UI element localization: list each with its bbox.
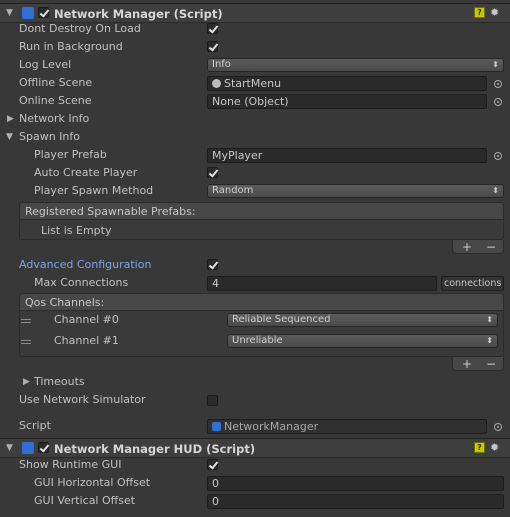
show-runtime-gui-label: Show Runtime GUI — [19, 458, 122, 471]
max-connections-field[interactable]: 4 — [207, 276, 437, 291]
use-network-simulator-checkbox[interactable] — [207, 395, 218, 406]
unity-scene-icon — [212, 79, 221, 88]
online-scene-label: Online Scene — [19, 94, 92, 107]
foldout-arrow-icon[interactable]: ▶ — [7, 114, 14, 124]
dropdown-arrows-icon: ⬍ — [492, 60, 499, 69]
add-item-button[interactable]: + — [462, 240, 472, 254]
gui-vertical-offset-label: GUI Vertical Offset — [34, 494, 136, 507]
run-in-background-label: Run in Background — [19, 40, 123, 53]
max-connections-label: Max Connections — [34, 276, 129, 289]
add-item-button[interactable]: + — [462, 357, 472, 371]
max-connections-value: 4 — [212, 277, 219, 290]
timeouts-foldout[interactable]: Timeouts — [34, 375, 85, 388]
remove-item-button[interactable]: − — [486, 240, 496, 254]
gui-vertical-offset-field[interactable]: 0 — [207, 494, 504, 509]
spawn-method-label: Player Spawn Method — [34, 184, 154, 197]
online-scene-field[interactable]: None (Object) — [207, 94, 487, 109]
gui-horizontal-offset-value: 0 — [212, 477, 219, 490]
object-picker-icon[interactable] — [494, 80, 502, 88]
gui-horizontal-offset-field[interactable]: 0 — [207, 476, 504, 491]
channel-1-value: Unreliable — [232, 335, 283, 346]
dont-destroy-checkbox[interactable] — [207, 23, 218, 34]
dropdown-arrows-icon: ⬍ — [486, 315, 493, 324]
dont-destroy-label: Dont Destroy On Load — [19, 22, 141, 35]
help-icon[interactable]: ? — [474, 442, 485, 453]
component-enabled-checkbox[interactable] — [38, 7, 49, 18]
help-icon[interactable]: ? — [474, 7, 485, 18]
channel-1-label: Channel #1 — [54, 334, 119, 347]
log-level-dropdown[interactable]: Info ⬍ — [207, 58, 504, 72]
spawn-method-dropdown[interactable]: Random ⬍ — [207, 184, 504, 198]
registered-prefabs-list: Registered Spawnable Prefabs: List is Em… — [19, 202, 504, 240]
gui-horizontal-offset-label: GUI Horizontal Offset — [34, 476, 151, 489]
use-network-simulator-label: Use Network Simulator — [19, 393, 146, 406]
auto-create-player-label: Auto Create Player — [34, 166, 138, 179]
player-prefab-field[interactable]: MyPlayer — [207, 148, 487, 163]
player-prefab-label: Player Prefab — [34, 148, 107, 161]
component-enabled-checkbox[interactable] — [38, 442, 49, 453]
foldout-arrow-icon[interactable]: ▼ — [6, 132, 13, 142]
gui-vertical-offset-value: 0 — [212, 495, 219, 508]
script-component-icon — [22, 442, 34, 454]
object-picker-icon[interactable] — [494, 152, 502, 160]
prefab-list-add-remove: + − — [452, 240, 504, 254]
run-in-background-checkbox[interactable] — [207, 41, 218, 52]
offline-scene-value: StartMenu — [224, 77, 282, 90]
network-info-foldout[interactable]: Network Info — [19, 112, 89, 125]
log-level-value: Info — [212, 59, 231, 70]
dropdown-arrows-icon: ⬍ — [486, 336, 493, 345]
drag-handle-icon[interactable] — [21, 319, 31, 323]
channel-0-dropdown[interactable]: Reliable Sequenced ⬍ — [227, 313, 498, 327]
online-scene-value: None (Object) — [212, 95, 289, 108]
script-icon — [212, 422, 221, 431]
advanced-configuration-checkbox[interactable] — [207, 259, 218, 270]
list-empty-text: List is Empty — [41, 224, 112, 237]
network-manager-hud-header[interactable]: ▼ Network Manager HUD (Script) ? ✹ — [0, 438, 510, 458]
foldout-arrow-icon[interactable]: ▼ — [6, 8, 13, 18]
connections-unit-label: connections — [441, 276, 504, 291]
script-field[interactable]: NetworkManager — [207, 419, 487, 434]
script-label: Script — [19, 419, 51, 432]
qos-list-add-remove: + − — [452, 357, 504, 371]
show-runtime-gui-checkbox[interactable] — [207, 459, 218, 470]
script-component-icon — [22, 7, 34, 19]
foldout-arrow-icon[interactable]: ▶ — [23, 377, 30, 387]
gear-icon[interactable]: ✹ — [490, 441, 499, 454]
dropdown-arrows-icon: ⬍ — [492, 186, 499, 195]
log-level-label: Log Level — [19, 58, 72, 71]
qos-channels-header: Qos Channels: — [20, 294, 503, 311]
spawn-method-value: Random — [212, 185, 254, 196]
offline-scene-field[interactable]: StartMenu — [207, 76, 487, 91]
drag-handle-icon[interactable] — [21, 340, 31, 344]
component-title: Network Manager HUD (Script) — [54, 442, 256, 456]
object-picker-icon[interactable] — [494, 423, 502, 431]
component-title: Network Manager (Script) — [54, 7, 223, 21]
foldout-arrow-icon[interactable]: ▼ — [6, 443, 13, 453]
object-picker-icon[interactable] — [494, 98, 502, 106]
registered-prefabs-header: Registered Spawnable Prefabs: — [20, 203, 503, 220]
auto-create-player-checkbox[interactable] — [207, 167, 218, 178]
network-manager-header[interactable]: ▼ Network Manager (Script) ? ✹ — [0, 3, 510, 23]
player-prefab-value: MyPlayer — [212, 149, 263, 162]
script-value: NetworkManager — [224, 420, 319, 433]
gear-icon[interactable]: ✹ — [490, 6, 499, 19]
spawn-info-foldout[interactable]: Spawn Info — [19, 130, 80, 143]
channel-0-value: Reliable Sequenced — [232, 314, 331, 325]
remove-item-button[interactable]: − — [486, 357, 496, 371]
channel-1-dropdown[interactable]: Unreliable ⬍ — [227, 334, 498, 348]
offline-scene-label: Offline Scene — [19, 76, 93, 89]
advanced-configuration-label: Advanced Configuration — [19, 258, 152, 271]
connections-unit-text: connections — [444, 278, 502, 289]
channel-0-label: Channel #0 — [54, 313, 119, 326]
